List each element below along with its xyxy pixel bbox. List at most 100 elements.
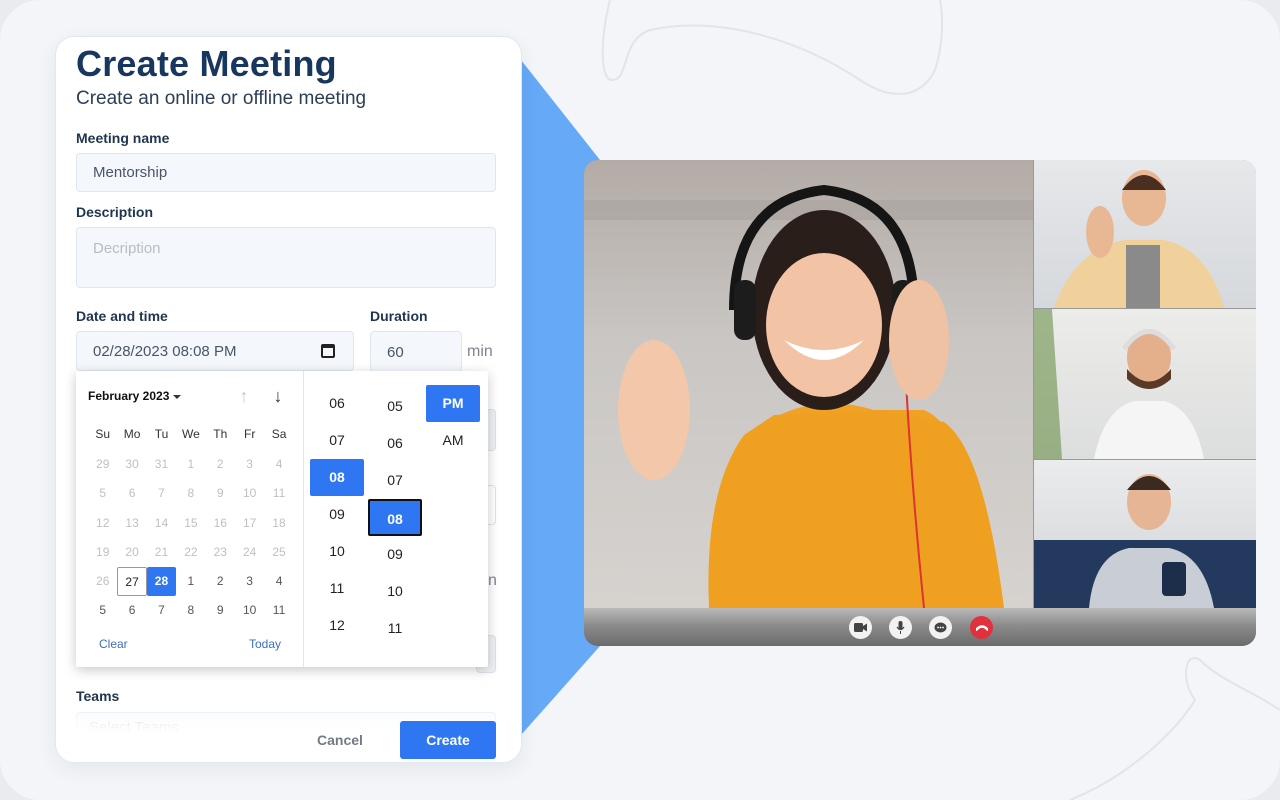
chat-icon[interactable] (929, 616, 952, 639)
minute-option-selected[interactable]: 08 (368, 499, 422, 536)
day-cell[interactable]: 9 (206, 596, 235, 625)
day-cell[interactable]: 19 (88, 538, 117, 567)
day-cell[interactable]: 30 (117, 450, 146, 479)
clear-button[interactable]: Clear (99, 637, 128, 651)
weekday-label: Mo (123, 427, 141, 441)
day-cell[interactable]: 8 (176, 596, 205, 625)
minute-option[interactable]: 06 (368, 425, 422, 462)
hour-option[interactable]: 06 (310, 385, 364, 422)
day-cell[interactable]: 5 (88, 596, 117, 625)
cancel-button[interactable]: Cancel (302, 725, 378, 755)
video-camera-icon[interactable] (849, 616, 872, 639)
calendar-icon[interactable] (321, 344, 335, 358)
woman-waving-illustration (584, 184, 1033, 608)
hour-option[interactable]: 12 (310, 607, 364, 644)
day-cell[interactable]: 15 (176, 509, 205, 538)
meeting-name-label: Meeting name (76, 130, 170, 146)
create-meeting-dialog: Create Meeting Create an online or offli… (56, 37, 521, 762)
day-cell[interactable]: 17 (235, 509, 264, 538)
day-cell-today[interactable]: 27 (117, 567, 147, 597)
minute-column[interactable]: 05 06 07 08 09 10 11 (368, 388, 422, 647)
day-cell[interactable]: 7 (147, 596, 176, 625)
weekday-label: Su (95, 427, 111, 441)
meeting-name-input[interactable]: Mentorship (76, 153, 496, 192)
day-cell[interactable]: 11 (264, 596, 293, 625)
arrow-down-icon[interactable]: ↓ (267, 385, 289, 407)
day-cell[interactable]: 1 (176, 450, 205, 479)
date-time-value: 02/28/2023 08:08 PM (93, 342, 237, 360)
month-year-label: February 2023 (88, 389, 170, 403)
day-cell[interactable]: 3 (235, 567, 264, 596)
date-time-input[interactable]: 02/28/2023 08:08 PM (76, 331, 354, 371)
arrow-up-icon[interactable]: ↑ (233, 385, 255, 407)
day-cell-selected[interactable]: 28 (146, 567, 177, 597)
day-cell[interactable]: 8 (176, 479, 205, 508)
day-cell[interactable]: 13 (117, 509, 146, 538)
hidden-label-fragment: n (488, 572, 497, 589)
hour-option[interactable]: 10 (310, 533, 364, 570)
day-cell[interactable]: 4 (264, 567, 293, 596)
microphone-icon[interactable] (889, 616, 912, 639)
day-cell[interactable]: 4 (264, 450, 293, 479)
day-cell[interactable]: 12 (88, 509, 117, 538)
meridiem-column[interactable]: PM AM (426, 385, 480, 459)
day-cell[interactable]: 26 (88, 567, 117, 596)
background: Create Meeting Create an online or offli… (0, 0, 1280, 800)
day-cell[interactable]: 2 (206, 450, 235, 479)
page-title: Create Meeting (76, 43, 337, 84)
minute-option[interactable]: 11 (368, 610, 422, 647)
weekday-label: Th (213, 427, 228, 441)
day-cell[interactable]: 11 (264, 479, 293, 508)
today-button[interactable]: Today (249, 637, 281, 651)
day-cell[interactable]: 5 (88, 479, 117, 508)
day-cell[interactable]: 16 (206, 509, 235, 538)
man-beige-shirt-illustration (1054, 170, 1224, 308)
day-cell[interactable]: 10 (235, 479, 264, 508)
day-cell[interactable]: 6 (117, 479, 146, 508)
create-button[interactable]: Create (400, 721, 496, 759)
meridiem-option-selected[interactable]: PM (426, 385, 480, 422)
weekday-label: Tu (154, 427, 169, 441)
call-controls-bar (584, 608, 1256, 646)
hour-option-selected[interactable]: 08 (310, 459, 364, 496)
day-cell[interactable]: 10 (235, 596, 264, 625)
day-cell[interactable]: 9 (206, 479, 235, 508)
description-textarea[interactable]: Decription (76, 227, 496, 288)
minute-option[interactable]: 07 (368, 462, 422, 499)
participant-video-main (584, 160, 1033, 608)
teams-label: Teams (76, 688, 120, 704)
participant-video-tile (1034, 160, 1256, 308)
description-label: Description (76, 204, 154, 220)
day-cell[interactable]: 2 (206, 567, 235, 596)
minute-option[interactable]: 09 (368, 536, 422, 573)
day-cell[interactable]: 3 (235, 450, 264, 479)
weekday-label: Fr (243, 427, 256, 441)
day-cell[interactable]: 14 (147, 509, 176, 538)
day-cell[interactable]: 29 (88, 450, 117, 479)
day-grid: 29 30 31 1 2 3 4 5 6 7 8 9 10 11 12 13 14 15 16 17 18 19 20 21 2… (88, 450, 294, 626)
minute-option[interactable]: 10 (368, 573, 422, 610)
day-cell[interactable]: 18 (264, 509, 293, 538)
day-cell[interactable]: 20 (117, 538, 146, 567)
duration-input[interactable]: 60 (370, 331, 462, 373)
day-cell[interactable]: 7 (147, 479, 176, 508)
month-year-dropdown[interactable]: February 2023 (88, 389, 182, 403)
meridiem-option[interactable]: AM (426, 422, 480, 459)
day-cell[interactable]: 24 (235, 538, 264, 567)
day-cell[interactable]: 1 (176, 567, 205, 596)
day-cell[interactable]: 6 (117, 596, 146, 625)
phone-hangup-icon[interactable] (970, 616, 993, 639)
hour-option[interactable]: 07 (310, 422, 364, 459)
day-cell[interactable]: 21 (147, 538, 176, 567)
participant-video-tile (1034, 460, 1256, 608)
hour-option[interactable]: 11 (310, 570, 364, 607)
hour-option[interactable]: 09 (310, 496, 364, 533)
hour-column[interactable]: 06 07 08 09 10 11 12 (310, 385, 364, 644)
calendar-panel: February 2023 ↑ ↓ Su Mo Tu We Th Fr Sa 29 30 31 1… (76, 371, 304, 667)
day-cell[interactable]: 23 (206, 538, 235, 567)
day-cell[interactable]: 25 (264, 538, 293, 567)
day-cell[interactable]: 31 (147, 450, 176, 479)
minute-option[interactable]: 05 (368, 388, 422, 425)
day-cell[interactable]: 22 (176, 538, 205, 567)
man-white-shirt-illustration (1034, 309, 1204, 459)
